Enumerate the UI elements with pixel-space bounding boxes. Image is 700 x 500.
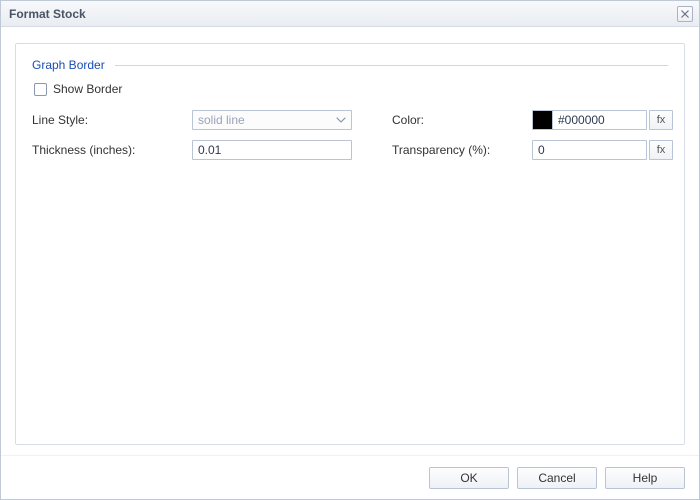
color-swatch	[533, 111, 553, 129]
format-stock-dialog: Format Stock Graph Border Show Border Li…	[0, 0, 700, 500]
thickness-input-field[interactable]	[198, 141, 346, 159]
titlebar: Format Stock	[1, 1, 699, 27]
help-button[interactable]: Help	[605, 467, 685, 489]
color-value: #000000	[553, 113, 646, 127]
form-grid: Line Style: solid line Color: #000000 fx…	[32, 110, 668, 160]
show-border-label[interactable]: Show Border	[53, 82, 122, 96]
dialog-title: Format Stock	[9, 7, 677, 21]
section-divider	[115, 65, 668, 66]
chevron-down-icon	[336, 115, 346, 125]
line-style-label: Line Style:	[32, 113, 192, 127]
color-field[interactable]: #000000	[532, 110, 647, 130]
show-border-row: Show Border	[34, 82, 668, 96]
transparency-label: Transparency (%):	[392, 143, 512, 157]
dialog-footer: OK Cancel Help	[1, 455, 699, 499]
thickness-input[interactable]	[192, 140, 352, 160]
line-style-value: solid line	[198, 113, 245, 127]
section-title: Graph Border	[32, 58, 115, 72]
transparency-fx-button[interactable]: fx	[649, 140, 673, 160]
show-border-checkbox[interactable]	[34, 83, 47, 96]
dialog-content: Graph Border Show Border Line Style: sol…	[1, 27, 699, 455]
line-style-select[interactable]: solid line	[192, 110, 352, 130]
transparency-input[interactable]	[532, 140, 647, 160]
cancel-button[interactable]: Cancel	[517, 467, 597, 489]
panel-graph-border: Graph Border Show Border Line Style: sol…	[15, 43, 685, 445]
color-label: Color:	[392, 113, 512, 127]
section-header: Graph Border	[32, 58, 668, 72]
close-icon	[681, 7, 689, 21]
transparency-input-field[interactable]	[538, 141, 641, 159]
thickness-label: Thickness (inches):	[32, 143, 192, 157]
ok-button[interactable]: OK	[429, 467, 509, 489]
color-fx-button[interactable]: fx	[649, 110, 673, 130]
close-button[interactable]	[677, 6, 693, 22]
